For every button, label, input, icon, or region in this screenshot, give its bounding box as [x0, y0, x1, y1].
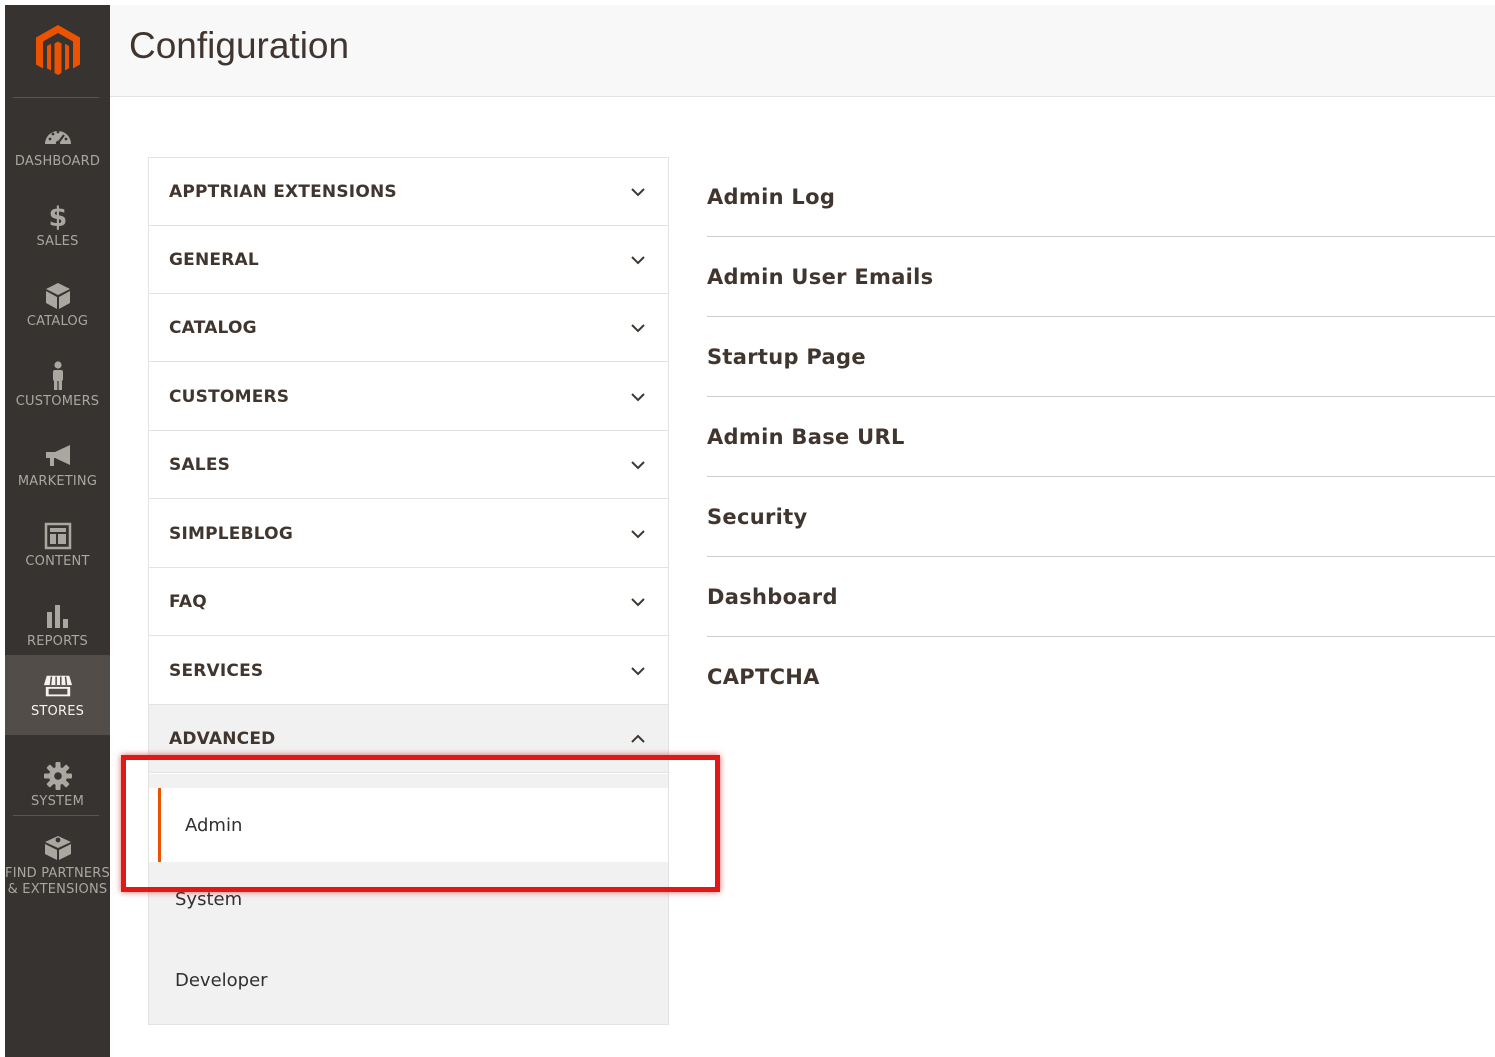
tab-label: APPTRIAN EXTENSIONS — [169, 181, 397, 202]
sidebar-item-label: & EXTENSIONS — [7, 881, 108, 897]
layout-icon — [43, 521, 73, 551]
section-title: Admin Base URL — [707, 424, 905, 449]
config-tabs-panel: APPTRIAN EXTENSIONS GENERAL CATALOG CUST… — [148, 157, 669, 1025]
tab-label: GENERAL — [169, 249, 259, 270]
sidebar-item-customers[interactable]: CUSTOMERS — [5, 345, 110, 425]
section-dashboard[interactable]: Dashboard — [707, 557, 1495, 637]
chevron-down-icon — [631, 667, 645, 676]
advanced-item-label: System — [175, 888, 243, 910]
chevron-down-icon — [631, 256, 645, 265]
advanced-item-developer[interactable]: Developer — [149, 936, 668, 1024]
sidebar-item-system[interactable]: SYSTEM — [5, 745, 110, 825]
sidebar-divider — [13, 815, 99, 816]
admin-sidebar: DASHBOARD $ SALES CATALOG CUSTOMERS MARK… — [5, 5, 110, 1057]
section-title: Startup Page — [707, 344, 866, 369]
sidebar-item-sales[interactable]: $ SALES — [5, 185, 110, 265]
sidebar-item-label: MARKETING — [17, 473, 98, 489]
tab-label: SERVICES — [169, 660, 264, 681]
section-title: Admin Log — [707, 184, 836, 209]
page-title: Configuration — [129, 25, 350, 66]
sidebar-item-label: CONTENT — [25, 553, 90, 569]
chevron-down-icon — [631, 461, 645, 470]
sidebar-item-content[interactable]: CONTENT — [5, 505, 110, 585]
section-admin-base-url[interactable]: Admin Base URL — [707, 397, 1495, 477]
chevron-down-icon — [631, 598, 645, 607]
tab-customers[interactable]: CUSTOMERS — [149, 363, 668, 431]
section-title: Dashboard — [707, 584, 838, 609]
sidebar-item-marketing[interactable]: MARKETING — [5, 425, 110, 505]
puzzle-box-icon — [43, 833, 73, 863]
sidebar-item-label: REPORTS — [27, 633, 88, 649]
sidebar-item-label: FIND PARTNERS — [5, 865, 110, 881]
box-icon — [43, 281, 73, 311]
sidebar-item-label: STORES — [30, 703, 85, 719]
section-title: Security — [707, 504, 808, 529]
section-admin-log[interactable]: Admin Log — [707, 157, 1495, 237]
sidebar-item-label: DASHBOARD — [14, 153, 101, 169]
tab-simpleblog[interactable]: SIMPLEBLOG — [149, 500, 668, 568]
magento-logo[interactable] — [5, 5, 110, 97]
chevron-down-icon — [631, 188, 645, 197]
sidebar-item-stores[interactable]: STORES — [5, 655, 110, 735]
storefront-icon — [43, 671, 73, 701]
advanced-item-system[interactable]: System — [149, 862, 668, 936]
sidebar-item-partners[interactable]: FIND PARTNERS & EXTENSIONS — [5, 825, 110, 905]
section-captcha[interactable]: CAPTCHA — [707, 637, 1495, 717]
tab-sales[interactable]: SALES — [149, 431, 668, 499]
tab-services[interactable]: SERVICES — [149, 637, 668, 705]
person-icon — [43, 360, 73, 391]
section-startup-page[interactable]: Startup Page — [707, 317, 1495, 397]
sidebar-item-dashboard[interactable]: DASHBOARD — [5, 105, 110, 185]
logo-divider — [13, 97, 99, 98]
sidebar-item-label: CUSTOMERS — [15, 393, 100, 409]
dollar-icon: $ — [43, 201, 73, 231]
tab-label: FAQ — [169, 591, 207, 612]
tab-label: ADVANCED — [169, 728, 276, 749]
tab-general[interactable]: GENERAL — [149, 226, 668, 294]
section-security[interactable]: Security — [707, 477, 1495, 557]
sidebar-item-catalog[interactable]: CATALOG — [5, 265, 110, 345]
tab-catalog[interactable]: CATALOG — [149, 294, 668, 362]
advanced-item-admin[interactable]: Admin — [158, 788, 668, 862]
svg-text:$: $ — [48, 202, 67, 231]
section-admin-user-emails[interactable]: Admin User Emails — [707, 237, 1495, 317]
tab-apptrian-extensions[interactable]: APPTRIAN EXTENSIONS — [149, 158, 668, 226]
tab-faq[interactable]: FAQ — [149, 568, 668, 636]
sidebar-item-label: CATALOG — [26, 313, 89, 329]
chevron-down-icon — [631, 324, 645, 333]
advanced-item-label: Developer — [175, 969, 268, 991]
bar-chart-icon — [43, 601, 73, 631]
sidebar-item-label: SYSTEM — [30, 793, 85, 809]
sidebar-item-reports[interactable]: REPORTS — [5, 585, 110, 665]
advanced-submenu-gap — [149, 774, 668, 788]
tab-label: CATALOG — [169, 317, 257, 338]
tab-advanced[interactable]: ADVANCED — [149, 705, 668, 773]
chevron-down-icon — [631, 530, 645, 539]
megaphone-icon — [43, 441, 73, 471]
tab-label: CUSTOMERS — [169, 386, 290, 407]
magento-logo-icon — [35, 25, 80, 75]
section-title: Admin User Emails — [707, 264, 934, 289]
sidebar-item-label: SALES — [36, 233, 79, 249]
chevron-down-icon — [631, 393, 645, 402]
advanced-item-label: Admin — [185, 814, 243, 836]
tab-label: SIMPLEBLOG — [169, 523, 293, 544]
tab-label: SALES — [169, 454, 231, 475]
gear-icon — [43, 761, 73, 791]
chevron-up-icon — [631, 734, 645, 743]
section-title: CAPTCHA — [707, 665, 820, 689]
page-header: Configuration — [110, 5, 1495, 97]
speedometer-icon — [43, 121, 73, 151]
